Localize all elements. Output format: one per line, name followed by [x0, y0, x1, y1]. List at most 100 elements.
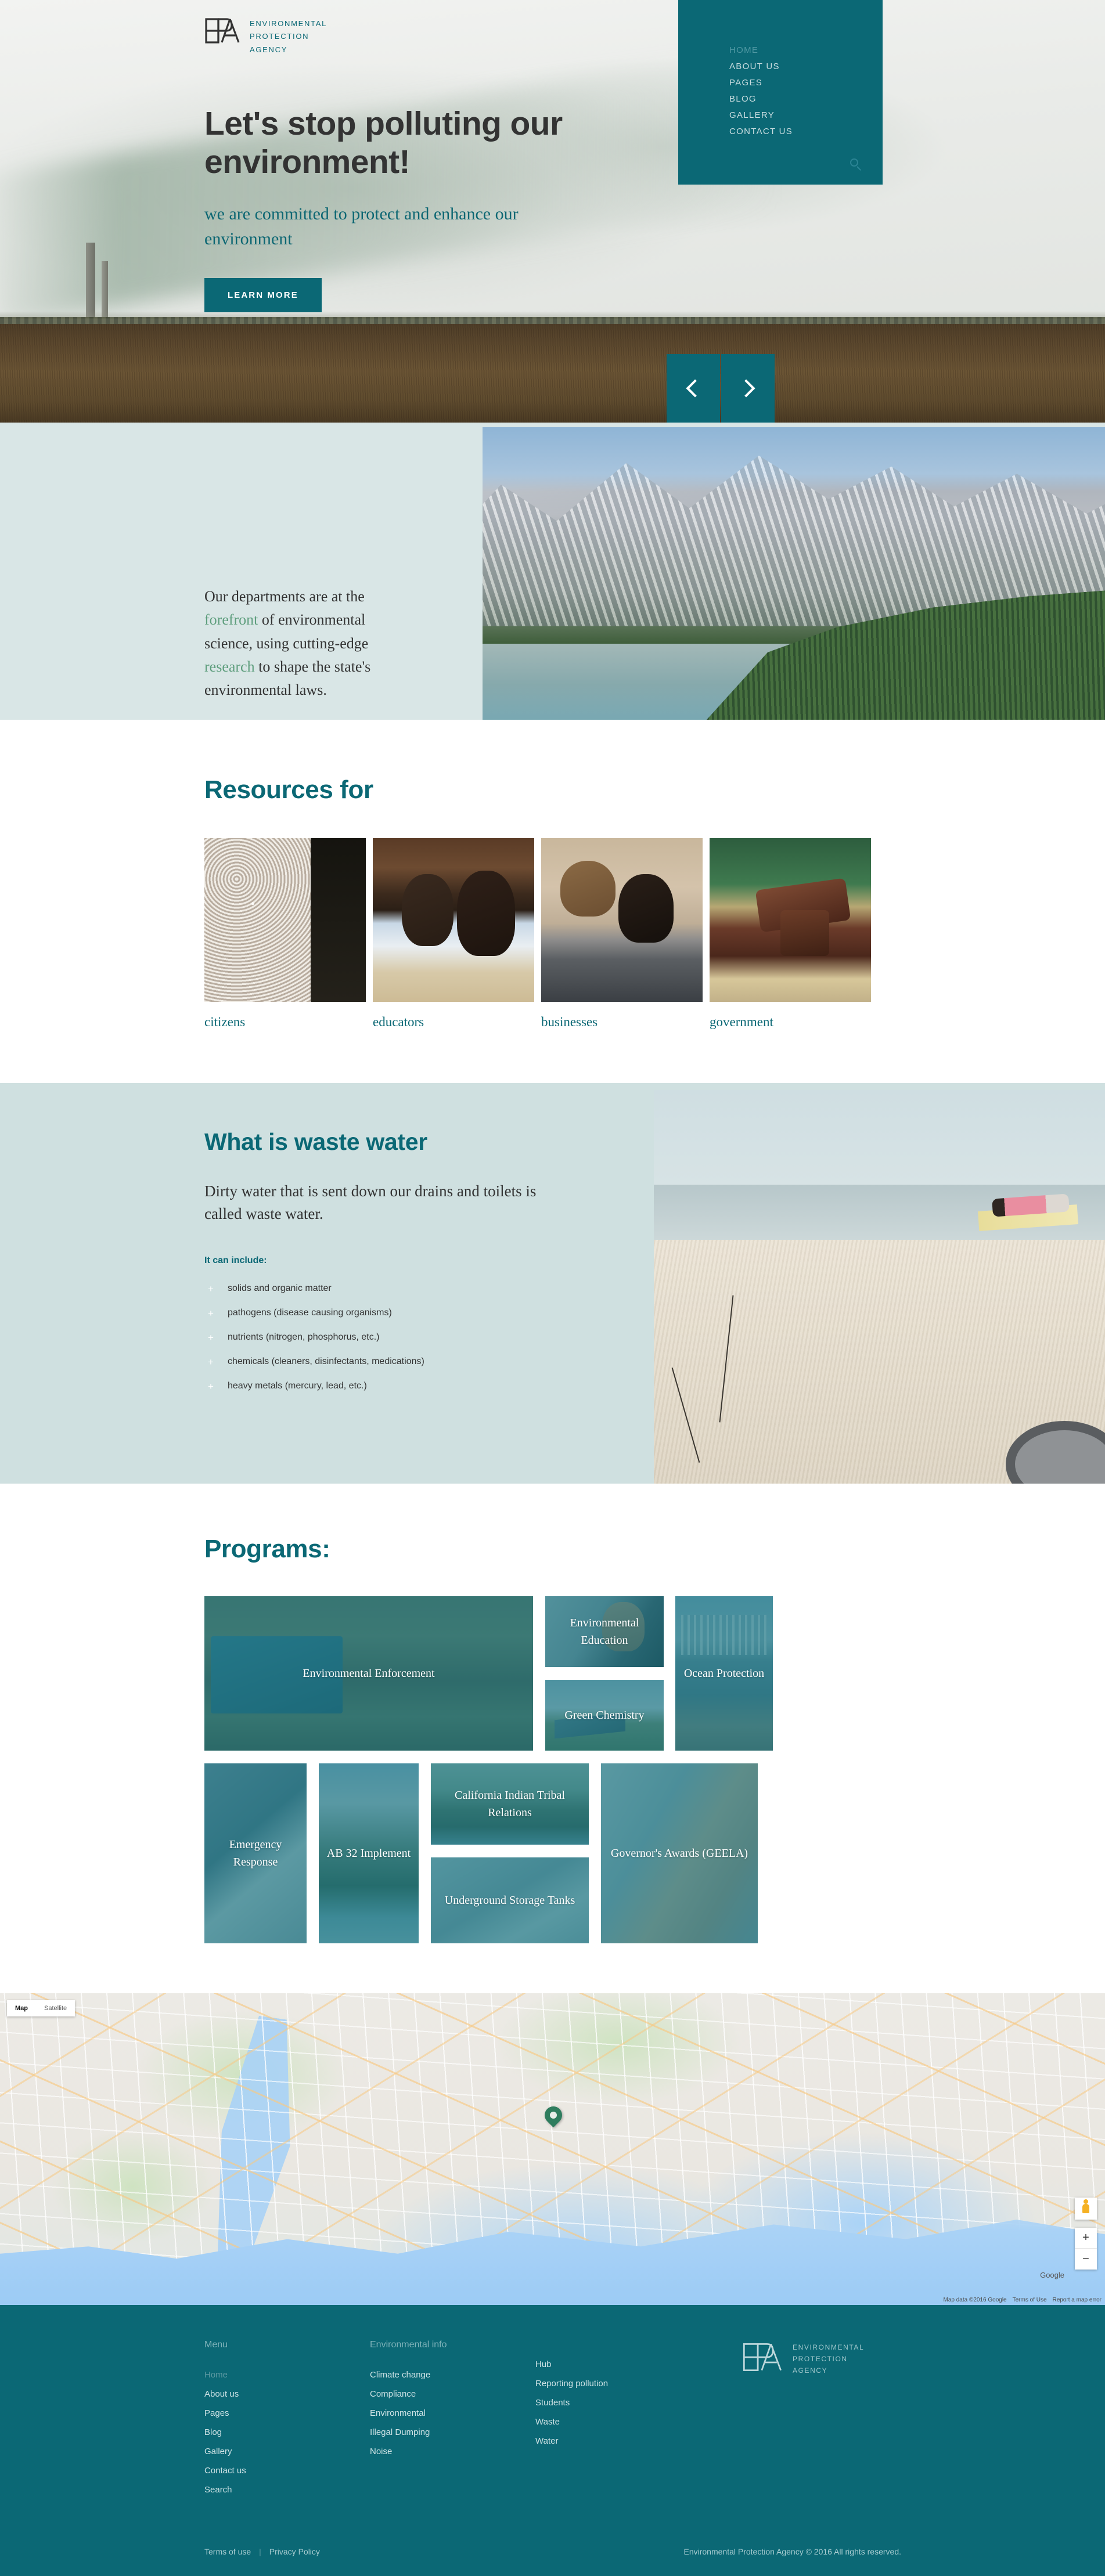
waste-water-list-heading: It can include:	[204, 1255, 267, 1265]
departments-highlight-research[interactable]: research	[204, 658, 255, 675]
footer-link-reporting-pollution[interactable]: Reporting pollution	[535, 2379, 701, 2389]
footer-link-home[interactable]: Home	[204, 2370, 370, 2380]
plus-icon: +	[208, 1380, 214, 1392]
footer-logo-line-1: ENVIRONMENTAL	[793, 2343, 865, 2351]
program-tile-green-chemistry[interactable]: Green Chemistry	[545, 1680, 664, 1751]
list-item: + nutrients (nitrogen, phosphorus, etc.)	[204, 1332, 622, 1343]
program-label: Environmental Education	[570, 1617, 639, 1647]
program-label: Emergency Response	[229, 1838, 282, 1868]
program-label: Ocean Protection	[683, 1667, 765, 1680]
smokestack-secondary-icon	[102, 261, 108, 318]
map-report-error-link[interactable]: Report a map error	[1053, 2297, 1102, 2303]
programs-column-middle-2: California Indian Tribal Relations Under…	[431, 1763, 589, 1943]
footer-link-noise[interactable]: Noise	[370, 2447, 535, 2456]
footer-link-search[interactable]: Search	[204, 2485, 370, 2495]
map-terms-link[interactable]: Terms of Use	[1013, 2297, 1047, 2303]
programs-row-2: Emergency Response AB 32 Implement Calif…	[204, 1763, 901, 1943]
resource-label-businesses: businesses	[541, 1015, 598, 1029]
program-tile-environmental-education[interactable]: Environmental Education	[545, 1596, 664, 1667]
zoom-out-button[interactable]: −	[1075, 2249, 1097, 2270]
site-logo[interactable]: ENVIRONMENTAL PROTECTION AGENCY	[204, 17, 327, 56]
site-footer: Menu Home About us Pages Blog Gallery Co…	[0, 2305, 1105, 2576]
mountain-lake-image	[483, 427, 1105, 720]
map-zoom-control: + −	[1075, 2228, 1097, 2270]
nav-item-pages[interactable]: PAGES	[729, 78, 883, 88]
nav-item-blog[interactable]: BLOG	[729, 94, 883, 104]
nav-item-gallery[interactable]: GALLERY	[729, 110, 883, 120]
footer-column-menu: Menu Home About us Pages Blog Gallery Co…	[204, 2340, 370, 2504]
footer-logo[interactable]: ENVIRONMENTAL PROTECTION AGENCY	[742, 2340, 864, 2376]
map-type-map-button[interactable]: Map	[7, 2000, 36, 2016]
programs-row-1: Environmental Enforcement Environmental …	[204, 1596, 901, 1751]
program-tile-ab-32-implement[interactable]: AB 32 Implement	[319, 1763, 419, 1943]
list-item: + chemicals (cleaners, disinfectants, med…	[204, 1356, 622, 1367]
waste-item-text: pathogens (disease causing organisms)	[228, 1307, 392, 1318]
nav-item-about-us[interactable]: ABOUT US	[729, 62, 883, 71]
program-tile-ocean-protection[interactable]: Ocean Protection	[675, 1596, 773, 1751]
list-item: + solids and organic matter	[204, 1283, 622, 1294]
resource-label-government: government	[710, 1015, 773, 1029]
resources-title: Resources for	[204, 775, 373, 804]
resource-label-citizens: citizens	[204, 1015, 246, 1029]
map-type-satellite-button[interactable]: Satellite	[36, 2000, 75, 2016]
resource-card-government[interactable]: government	[710, 838, 871, 1030]
nav-item-home[interactable]: HOME	[729, 45, 883, 55]
resource-card-educators[interactable]: educators	[373, 838, 534, 1030]
footer-logo-line-3: AGENCY	[793, 2366, 828, 2375]
plus-icon: +	[208, 1283, 214, 1294]
footer-link-environmental[interactable]: Environmental	[370, 2408, 535, 2418]
slider-next-button[interactable]	[721, 354, 775, 423]
program-tile-underground-storage-tanks[interactable]: Underground Storage Tanks	[431, 1857, 589, 1943]
map-type-control: Map Satellite	[7, 2000, 75, 2016]
footer-link-contact-us[interactable]: Contact us	[204, 2466, 370, 2476]
program-label: AB 32 Implement	[326, 1847, 411, 1860]
footer-link-illegal-dumping[interactable]: Illegal Dumping	[370, 2427, 535, 2437]
pegman-icon[interactable]	[1075, 2198, 1097, 2220]
programs-column-middle: Environmental Education Green Chemistry	[545, 1596, 664, 1751]
list-item: + pathogens (disease causing organisms)	[204, 1308, 622, 1318]
terms-of-use-link[interactable]: Terms of use	[204, 2547, 251, 2556]
learn-more-button[interactable]: LEARN MORE	[204, 278, 322, 313]
chevron-left-icon	[686, 379, 704, 398]
hero-slider-controls	[667, 354, 775, 423]
footer-link-students[interactable]: Students	[535, 2398, 701, 2408]
waste-item-text: solids and organic matter	[228, 1283, 332, 1293]
epa-logo-mark	[204, 17, 240, 44]
slider-prev-button[interactable]	[667, 354, 720, 423]
hero-title: Let's stop polluting our environment!	[204, 105, 563, 181]
hero-section: ENVIRONMENTAL PROTECTION AGENCY HOME ABO…	[0, 0, 1105, 423]
logo-wordmark: ENVIRONMENTAL PROTECTION AGENCY	[250, 17, 327, 56]
footer-link-compliance[interactable]: Compliance	[370, 2389, 535, 2399]
mountain-lake-water	[483, 643, 844, 720]
program-tile-tribal-relations[interactable]: California Indian Tribal Relations	[431, 1763, 589, 1845]
zoom-in-button[interactable]: +	[1075, 2228, 1097, 2249]
footer-link-about-us[interactable]: About us	[204, 2389, 370, 2399]
location-map[interactable]: Map Satellite + − Google Map data ©2016 …	[0, 1993, 1105, 2305]
program-tile-governors-awards[interactable]: Governor's Awards (GEELA)	[601, 1763, 758, 1943]
departments-section: Our departments are at the forefront of …	[0, 423, 1105, 720]
nav-item-contact-us[interactable]: CONTACT US	[729, 127, 883, 136]
resource-card-businesses[interactable]: businesses	[541, 838, 703, 1030]
privacy-policy-link[interactable]: Privacy Policy	[269, 2547, 320, 2556]
footer-link-waste[interactable]: Waste	[535, 2417, 701, 2427]
hero-subtitle: we are committed to protect and enhance …	[204, 204, 519, 248]
footer-link-water[interactable]: Water	[535, 2436, 701, 2446]
chevron-right-icon	[737, 379, 755, 398]
program-tile-environmental-enforcement[interactable]: Environmental Enforcement	[204, 1596, 533, 1751]
footer-link-gallery[interactable]: Gallery	[204, 2447, 370, 2456]
waste-item-text: heavy metals (mercury, lead, etc.)	[228, 1380, 367, 1391]
program-tile-emergency-response[interactable]: Emergency Response	[204, 1763, 307, 1943]
programs-grid: Environmental Enforcement Environmental …	[204, 1596, 901, 1943]
page-root: ENVIRONMENTAL PROTECTION AGENCY HOME ABO…	[0, 0, 1105, 2576]
footer-link-blog[interactable]: Blog	[204, 2427, 370, 2437]
footer-link-hub[interactable]: Hub	[535, 2359, 701, 2369]
footer-link-climate-change[interactable]: Climate change	[370, 2370, 535, 2380]
waste-water-list: + solids and organic matter + pathogens (d…	[204, 1283, 622, 1391]
search-icon[interactable]	[849, 158, 863, 172]
footer-link-pages[interactable]: Pages	[204, 2408, 370, 2418]
logo-line-1: ENVIRONMENTAL	[250, 19, 327, 28]
beach-pollution-image	[654, 1090, 1105, 1484]
departments-highlight-forefront[interactable]: forefront	[204, 611, 258, 628]
smokestack-icon	[86, 243, 95, 318]
resource-card-citizens[interactable]: citizens	[204, 838, 366, 1030]
